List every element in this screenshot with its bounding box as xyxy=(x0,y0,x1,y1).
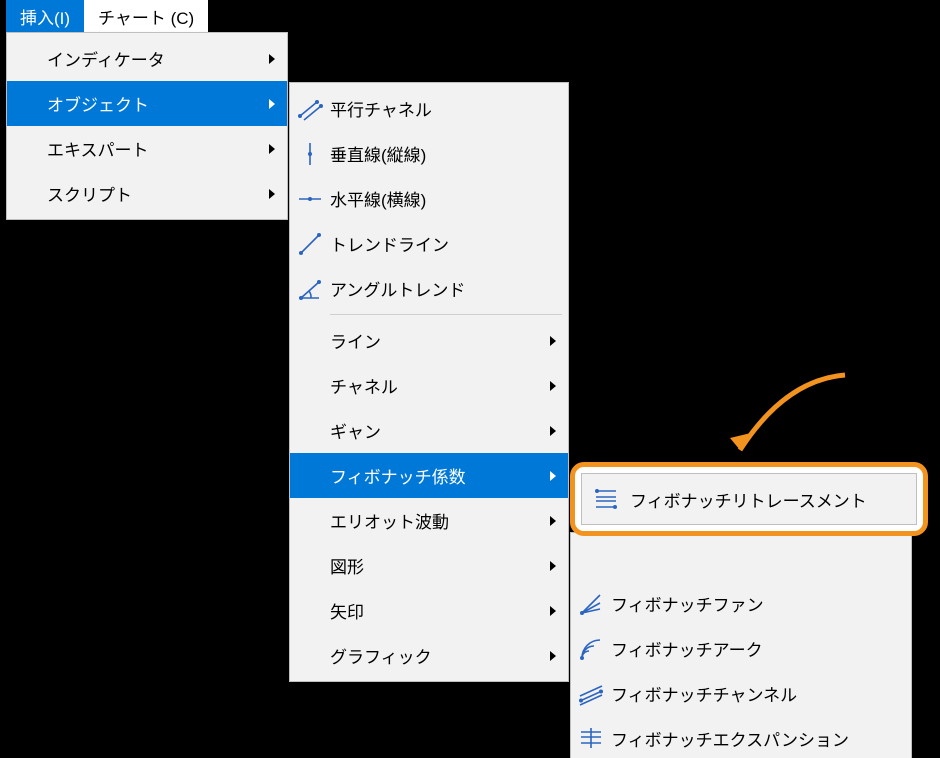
menu-item-parallel-channel[interactable]: 平行チャネル xyxy=(290,86,568,131)
submenu-arrow-icon xyxy=(550,466,556,486)
menubar-chart-label: チャート (C) xyxy=(98,4,194,29)
horizontal-line-icon xyxy=(297,186,323,212)
menu-item-line-label: ライン xyxy=(330,328,538,353)
menu-item-channel[interactable]: チャネル xyxy=(290,363,568,408)
menu-item-line[interactable]: ライン xyxy=(290,318,568,363)
menu-item-objects-label: オブジェクト xyxy=(47,91,257,116)
menu-item-fib-retracement-label: フィボナッチリトレースメント xyxy=(630,487,887,512)
menu-item-fib-fan[interactable]: フィボナッチファン xyxy=(571,581,911,626)
menubar-insert-label: 挿入(I) xyxy=(20,4,70,29)
submenu-arrow-icon xyxy=(550,601,556,621)
menubar-insert[interactable]: 挿入(I) xyxy=(6,0,84,32)
menu-item-vertical-line-label: 垂直線(縦線) xyxy=(330,141,538,166)
menu-item-fib-fan-label: フィボナッチファン xyxy=(611,591,881,616)
menu-item-objects[interactable]: オブジェクト xyxy=(7,81,287,126)
menu-item-experts[interactable]: エキスパート xyxy=(7,126,287,171)
parallel-channel-icon xyxy=(297,96,323,122)
angle-trend-icon xyxy=(297,276,323,302)
menubar-chart[interactable]: チャート (C) xyxy=(84,0,208,32)
annotation-arrow-icon xyxy=(725,370,855,470)
menu-item-gann-label: ギャン xyxy=(330,418,538,443)
submenu-arrow-icon xyxy=(550,556,556,576)
menu-item-horizontal-line[interactable]: 水平線(横線) xyxy=(290,176,568,221)
callout-highlight: フィボナッチリトレースメント xyxy=(570,462,928,536)
menu-item-elliott-label: エリオット波動 xyxy=(330,508,538,533)
menu-item-elliott[interactable]: エリオット波動 xyxy=(290,498,568,543)
menu-item-fib-channel[interactable]: フィボナッチチャンネル xyxy=(571,671,911,716)
menu-item-fib-retracement[interactable]: フィボナッチリトレースメント xyxy=(581,473,917,525)
menu-item-fib-arc[interactable]: フィボナッチアーク xyxy=(571,626,911,671)
menu-item-fib-expansion[interactable]: フィボナッチエクスパンション xyxy=(571,716,911,758)
menubar: 挿入(I) チャート (C) xyxy=(6,0,208,32)
menu-item-scripts[interactable]: スクリプト xyxy=(7,171,287,216)
menu-item-parallel-channel-label: 平行チャネル xyxy=(330,96,538,121)
menu-item-graphic-label: グラフィック xyxy=(330,643,538,668)
vertical-line-icon xyxy=(297,141,323,167)
submenu-arrow-icon xyxy=(550,331,556,351)
trend-line-icon xyxy=(297,231,323,257)
menu-item-fibonacci-label: フィボナッチ係数 xyxy=(330,463,538,488)
menu-item-arrows-label: 矢印 xyxy=(330,598,538,623)
menu-item-gann[interactable]: ギャン xyxy=(290,408,568,453)
menu-item-indicators-label: インディケータ xyxy=(47,46,257,71)
submenu-arrow-icon xyxy=(550,421,556,441)
menu-item-trend-line[interactable]: トレンドライン xyxy=(290,221,568,266)
menu-item-arrows[interactable]: 矢印 xyxy=(290,588,568,633)
submenu-arrow-icon xyxy=(269,184,275,204)
menu-item-indicators[interactable]: インディケータ xyxy=(7,36,287,81)
menu-insert: インディケータ オブジェクト エキスパート スクリプト xyxy=(6,32,288,220)
menu-item-angle-trend[interactable]: アングルトレンド xyxy=(290,266,568,311)
fibonacci-expansion-icon xyxy=(578,726,604,752)
menu-item-vertical-line[interactable]: 垂直線(縦線) xyxy=(290,131,568,176)
fibonacci-arc-icon xyxy=(578,636,604,662)
menu-item-fib-expansion-label: フィボナッチエクスパンション xyxy=(611,726,909,751)
submenu-arrow-icon xyxy=(550,511,556,531)
submenu-arrow-icon xyxy=(550,646,556,666)
menu-item-channel-label: チャネル xyxy=(330,373,538,398)
menu-separator xyxy=(330,314,562,315)
fibonacci-channel-icon xyxy=(578,681,604,707)
submenu-arrow-icon xyxy=(269,94,275,114)
fibonacci-fan-icon xyxy=(578,591,604,617)
menu-item-horizontal-line-label: 水平線(横線) xyxy=(330,186,538,211)
menu-fibonacci: フィボナッチファン フィボナッチアーク フィボナッチチャンネル xyxy=(570,532,912,758)
submenu-arrow-icon xyxy=(269,49,275,69)
menu-item-shapes-label: 図形 xyxy=(330,553,538,578)
menu-item-angle-trend-label: アングルトレンド xyxy=(330,276,538,301)
fibonacci-retracement-icon xyxy=(593,486,619,512)
submenu-arrow-icon xyxy=(269,139,275,159)
menu-item-graphic[interactable]: グラフィック xyxy=(290,633,568,678)
menu-item-experts-label: エキスパート xyxy=(47,136,257,161)
menu-item-fib-channel-label: フィボナッチチャンネル xyxy=(611,681,881,706)
submenu-arrow-icon xyxy=(550,376,556,396)
menu-item-fibonacci[interactable]: フィボナッチ係数 xyxy=(290,453,568,498)
menu-item-trend-line-label: トレンドライン xyxy=(330,231,538,256)
menu-item-shapes[interactable]: 図形 xyxy=(290,543,568,588)
menu-item-scripts-label: スクリプト xyxy=(47,181,257,206)
menu-objects: 平行チャネル 垂直線(縦線) 水平線(横線) トレンドライン xyxy=(289,82,569,682)
menu-item-fib-arc-label: フィボナッチアーク xyxy=(611,636,881,661)
